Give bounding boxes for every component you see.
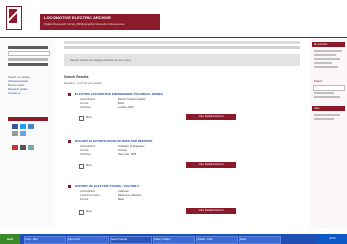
right-search-label: Search [314,80,323,83]
record-label: Author/Editor: [80,98,96,101]
view-record-button[interactable]: View Detailed Record [186,114,236,120]
record-label: Format: [80,102,89,105]
view-record-button[interactable]: View Detailed Record [186,208,236,214]
logo-emblem-icon [9,9,17,23]
record-label: Format: [80,149,89,152]
sidebar-nav-item[interactable] [8,63,48,66]
right-panel-line [314,50,342,52]
right-panel-title: My Account [314,43,328,46]
record-label: Author/Editor: [80,190,96,193]
sidebar-section-bar [8,117,48,121]
record-select-checkbox[interactable] [79,164,84,169]
page-title: Search Results [64,75,89,79]
sidebar-nav-item[interactable] [8,46,48,49]
record-value: Institution of Engineers [118,145,145,148]
bookmark-icon[interactable] [20,145,26,150]
left-sidebar [0,38,54,228]
right-panel-line [314,62,332,64]
record-select-checkbox[interactable] [79,210,84,215]
right-panel-line [314,66,338,68]
help-icon[interactable] [28,145,34,150]
record-label: Publisher: [80,153,92,156]
record-bullet-icon [68,93,71,96]
breadcrumb-bar [64,41,300,44]
record-value: London, 1912 [118,106,134,109]
sidebar-link[interactable]: Advanced search [8,80,28,83]
taskbar-item[interactable]: Inbox - Mail [24,236,66,244]
view-record-button[interactable]: View Detailed Record [186,162,236,168]
record-value: Reference collection [118,194,142,197]
sidebar-text: Search our catalog [8,76,30,79]
taskbar-item[interactable]: Library Catalog [153,236,195,244]
print-icon[interactable] [12,131,18,136]
right-panel-line [314,54,336,56]
record-bullet-icon [68,185,71,188]
right-panel-line [314,114,340,116]
record-label: Local Information: [80,194,101,197]
right-search-input[interactable] [313,85,345,91]
record-label: Author/Editor: [80,145,96,148]
record-title-link[interactable]: HISTORY OF ELECTRIC TRAINS - VOLUME 2 [75,184,139,188]
sidebar-search-input[interactable] [8,51,50,56]
start-button[interactable]: start [0,234,20,244]
record-value: Journal [118,149,127,152]
twitter-icon[interactable] [20,124,26,129]
rss-icon[interactable] [12,145,18,150]
checkbox-label: Mark [86,210,92,213]
facebook-icon[interactable] [12,124,18,129]
record-value: Electric Traction Society [118,98,146,101]
record-title-link[interactable]: RAILWAY ELECTRIFICATION STUDIES AND REPO… [75,139,152,143]
site-title: LOCOMOTIVE ELECTRIC ARCHIVE [44,15,111,20]
sidebar-nav-item[interactable] [8,58,48,61]
record-value: Book [118,102,124,105]
taskbar-item-active[interactable]: Search Results [110,236,152,244]
record-value: Unknown [118,190,129,193]
record-value: New York, 1925 [118,153,137,156]
record-title-link[interactable]: ELECTRIC LOCOMOTIVE ENGINEERING TECHNICA… [75,92,163,96]
right-panel-line [314,58,340,60]
record-select-checkbox[interactable] [79,116,84,121]
right-panel-title: Help [314,107,320,110]
taskbar-item[interactable]: Notes [239,236,281,244]
right-panel-line [314,96,340,98]
taskbar-item[interactable]: Untitled - Paint [196,236,238,244]
sidebar-link[interactable]: Research guides [8,88,27,91]
taskbar-item[interactable]: Document1 [67,236,109,244]
record-label: Format: [80,198,89,201]
right-panel-line [314,92,334,94]
checkbox-label: Mark [86,116,92,119]
site-subtitle: Digital Research Library, Bibliographic … [44,22,125,26]
toolbar-bar [64,46,300,49]
sidebar-link[interactable]: Contact us [8,92,20,95]
system-tray-clock: 10:42 [318,234,347,244]
right-panel-line [314,118,334,120]
record-label: Publisher: [80,106,92,109]
record-bullet-icon [68,140,71,143]
sidebar-text: Browse topics [8,84,25,87]
checkbox-label: Mark [86,164,92,167]
notice-text: Search results are displayed below for y… [70,58,132,62]
email-icon[interactable] [20,131,26,136]
record-value: Book [118,198,124,201]
share-icon[interactable] [28,124,34,129]
results-count: Results 1 - 3 of 3 for your search [64,82,102,85]
